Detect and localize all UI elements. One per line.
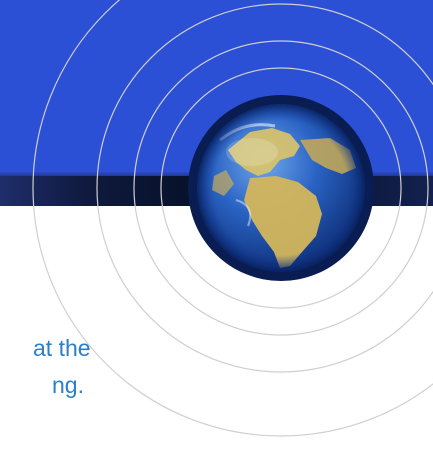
slide-text-line-1: at the <box>33 335 91 361</box>
header-banner <box>0 0 433 176</box>
slide-text-line-2: ng. <box>52 372 84 398</box>
banner-dark-band <box>0 176 433 206</box>
